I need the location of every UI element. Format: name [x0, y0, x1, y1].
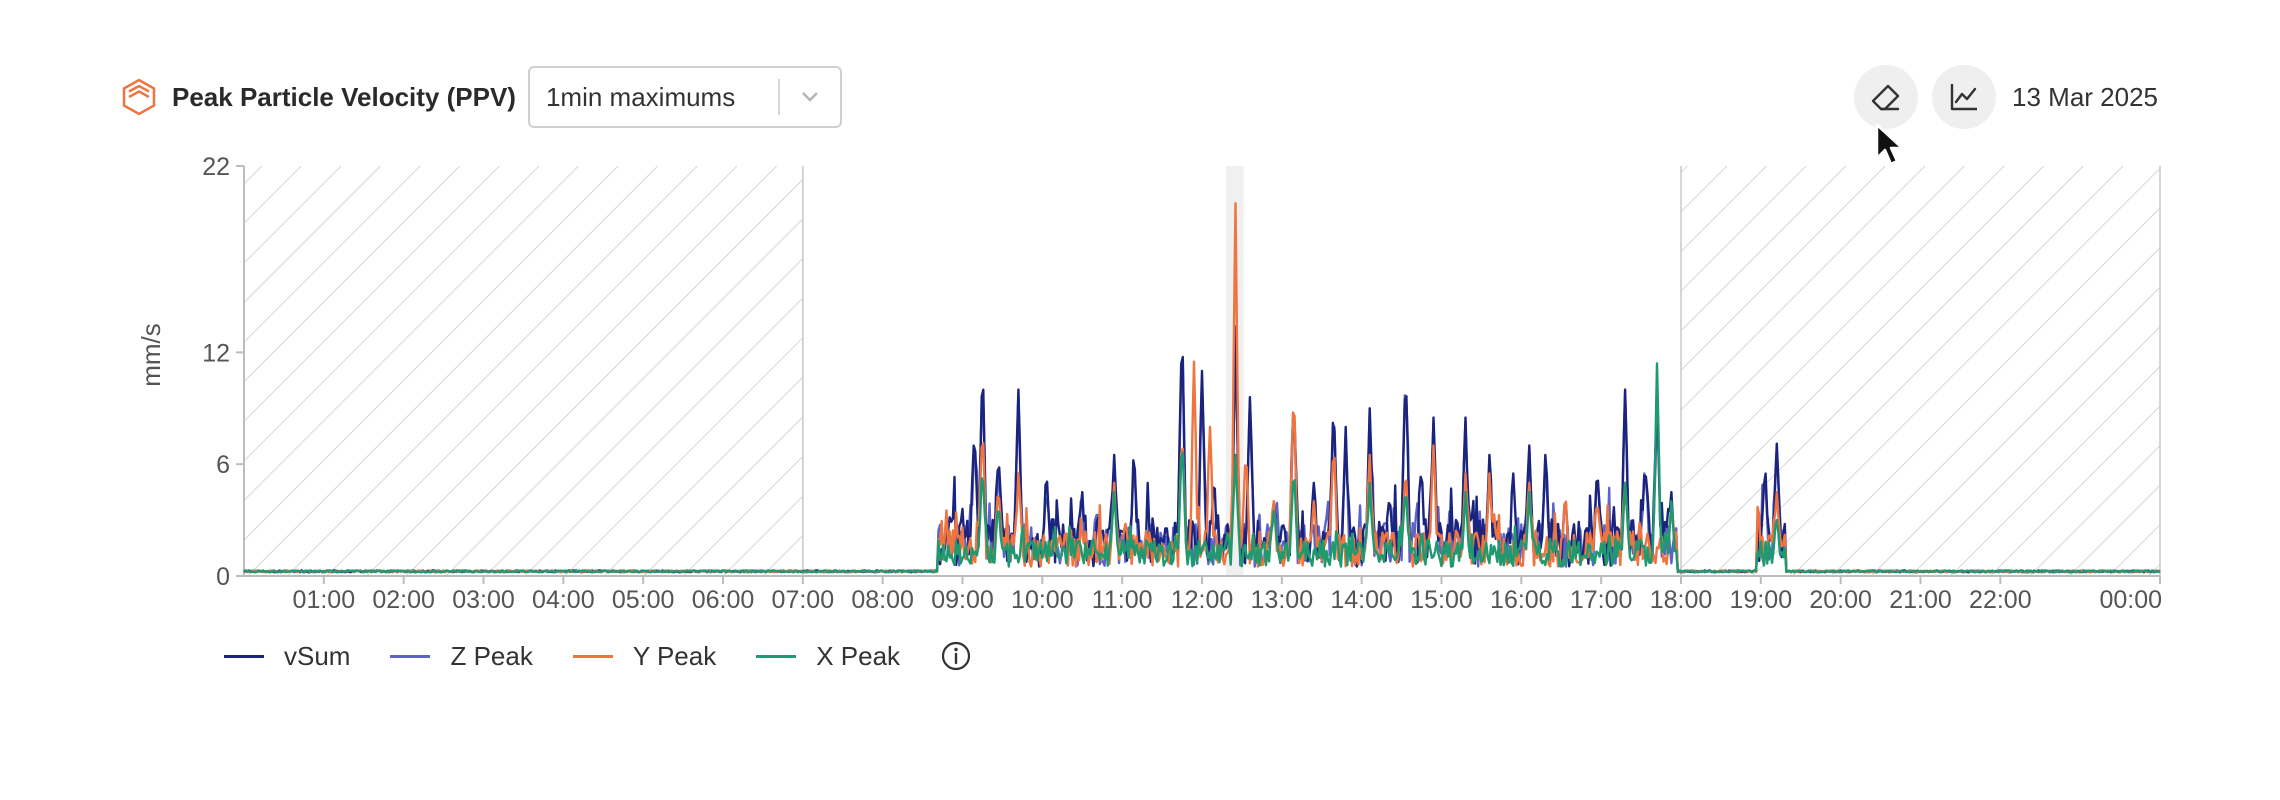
- hatched-range: [244, 166, 803, 576]
- hatched-range: [1681, 166, 2160, 576]
- reset-zoom-button[interactable]: [1854, 65, 1919, 129]
- x-tick-label: 22:00: [1969, 586, 2032, 614]
- legend-swatch-vsum: [224, 654, 264, 658]
- legend-swatch-x-peak: [756, 654, 797, 658]
- legend-item-y-peak[interactable]: Y Peak: [572, 640, 717, 672]
- legend-info-button[interactable]: [940, 640, 972, 672]
- y-tick-label: 6: [216, 451, 230, 479]
- x-tick-label: 21:00: [1889, 586, 1952, 614]
- x-tick-label: 17:00: [1570, 586, 1633, 614]
- legend-swatch-y-peak: [572, 654, 613, 658]
- x-tick-label: 10:00: [1011, 586, 1074, 614]
- y-tick-label: 0: [216, 563, 230, 591]
- x-tick-label: 09:00: [931, 586, 994, 614]
- mouse-pointer-icon: [1875, 123, 1904, 166]
- hexagon-layers-icon: [122, 78, 156, 116]
- x-tick-label: 08:00: [851, 586, 914, 614]
- x-tick-label: 15:00: [1410, 586, 1473, 614]
- line-chart-icon: [1950, 84, 1978, 111]
- aggregation-select-value: 1min maximums: [545, 81, 736, 112]
- x-tick-label: 20:00: [1809, 586, 1872, 614]
- y-tick-label: 12: [202, 339, 230, 367]
- chart-actions: 13 Mar 2025: [1840, 64, 2158, 130]
- chart-legend: vSum Z Peak Y Peak X Peak: [224, 636, 972, 676]
- x-tick-label: 18:00: [1650, 586, 1713, 614]
- x-tick-label: 02:00: [372, 586, 435, 614]
- info-icon: [941, 641, 971, 671]
- ppv-chart[interactable]: 0 6 12 22 mm/s 01:00 02:00 03:00 04:00 05:00 06:0…: [0, 150, 2280, 620]
- x-tick-label: 16:00: [1490, 586, 1553, 614]
- chart-type-button[interactable]: [1932, 65, 1997, 129]
- x-tick-label: 03:00: [452, 586, 515, 614]
- y-axis-title: mm/s: [136, 323, 166, 387]
- x-tick-label: 14:00: [1330, 586, 1393, 614]
- x-tick-label: 04:00: [532, 586, 595, 614]
- x-tick-label: 11:00: [1092, 586, 1153, 614]
- legend-item-vsum[interactable]: vSum: [224, 641, 350, 672]
- legend-item-x-peak[interactable]: X Peak: [756, 641, 900, 672]
- legend-label: vSum: [284, 640, 351, 671]
- y-tick-label: 22: [202, 153, 230, 181]
- chevron-down-icon[interactable]: [780, 91, 840, 103]
- chart-title: Peak Particle Velocity (PPV): [172, 81, 516, 112]
- x-axis: 01:00 02:00 03:00 04:00 05:00 06:00 07:00 08:00…: [244, 575, 2162, 614]
- x-tick-label: 01:00: [293, 586, 356, 614]
- x-tick-label: 19:00: [1730, 586, 1793, 614]
- legend-item-z-peak[interactable]: Z Peak: [390, 640, 533, 672]
- x-tick-label: 13:00: [1251, 586, 1314, 614]
- legend-swatch-z-peak: [390, 654, 431, 658]
- eraser-icon: [1871, 84, 1900, 111]
- chart-header: Peak Particle Velocity (PPV) 1min maximu…: [116, 64, 842, 130]
- legend-label: X Peak: [816, 640, 901, 671]
- x-tick-label: 05:00: [612, 586, 675, 614]
- legend-label: Z Peak: [450, 640, 533, 671]
- legend-label: Y Peak: [632, 640, 717, 671]
- aggregation-select[interactable]: 1min maximums: [527, 66, 842, 128]
- x-tick-label: 06:00: [692, 586, 755, 614]
- y-axis: 0 6 12 22 mm/s: [136, 153, 245, 591]
- x-tick-label: 12:00: [1171, 586, 1234, 614]
- x-tick-label: 00:00: [2099, 586, 2162, 614]
- x-tick-label: 07:00: [772, 586, 835, 614]
- date-label: 13 Mar 2025: [2012, 81, 2158, 112]
